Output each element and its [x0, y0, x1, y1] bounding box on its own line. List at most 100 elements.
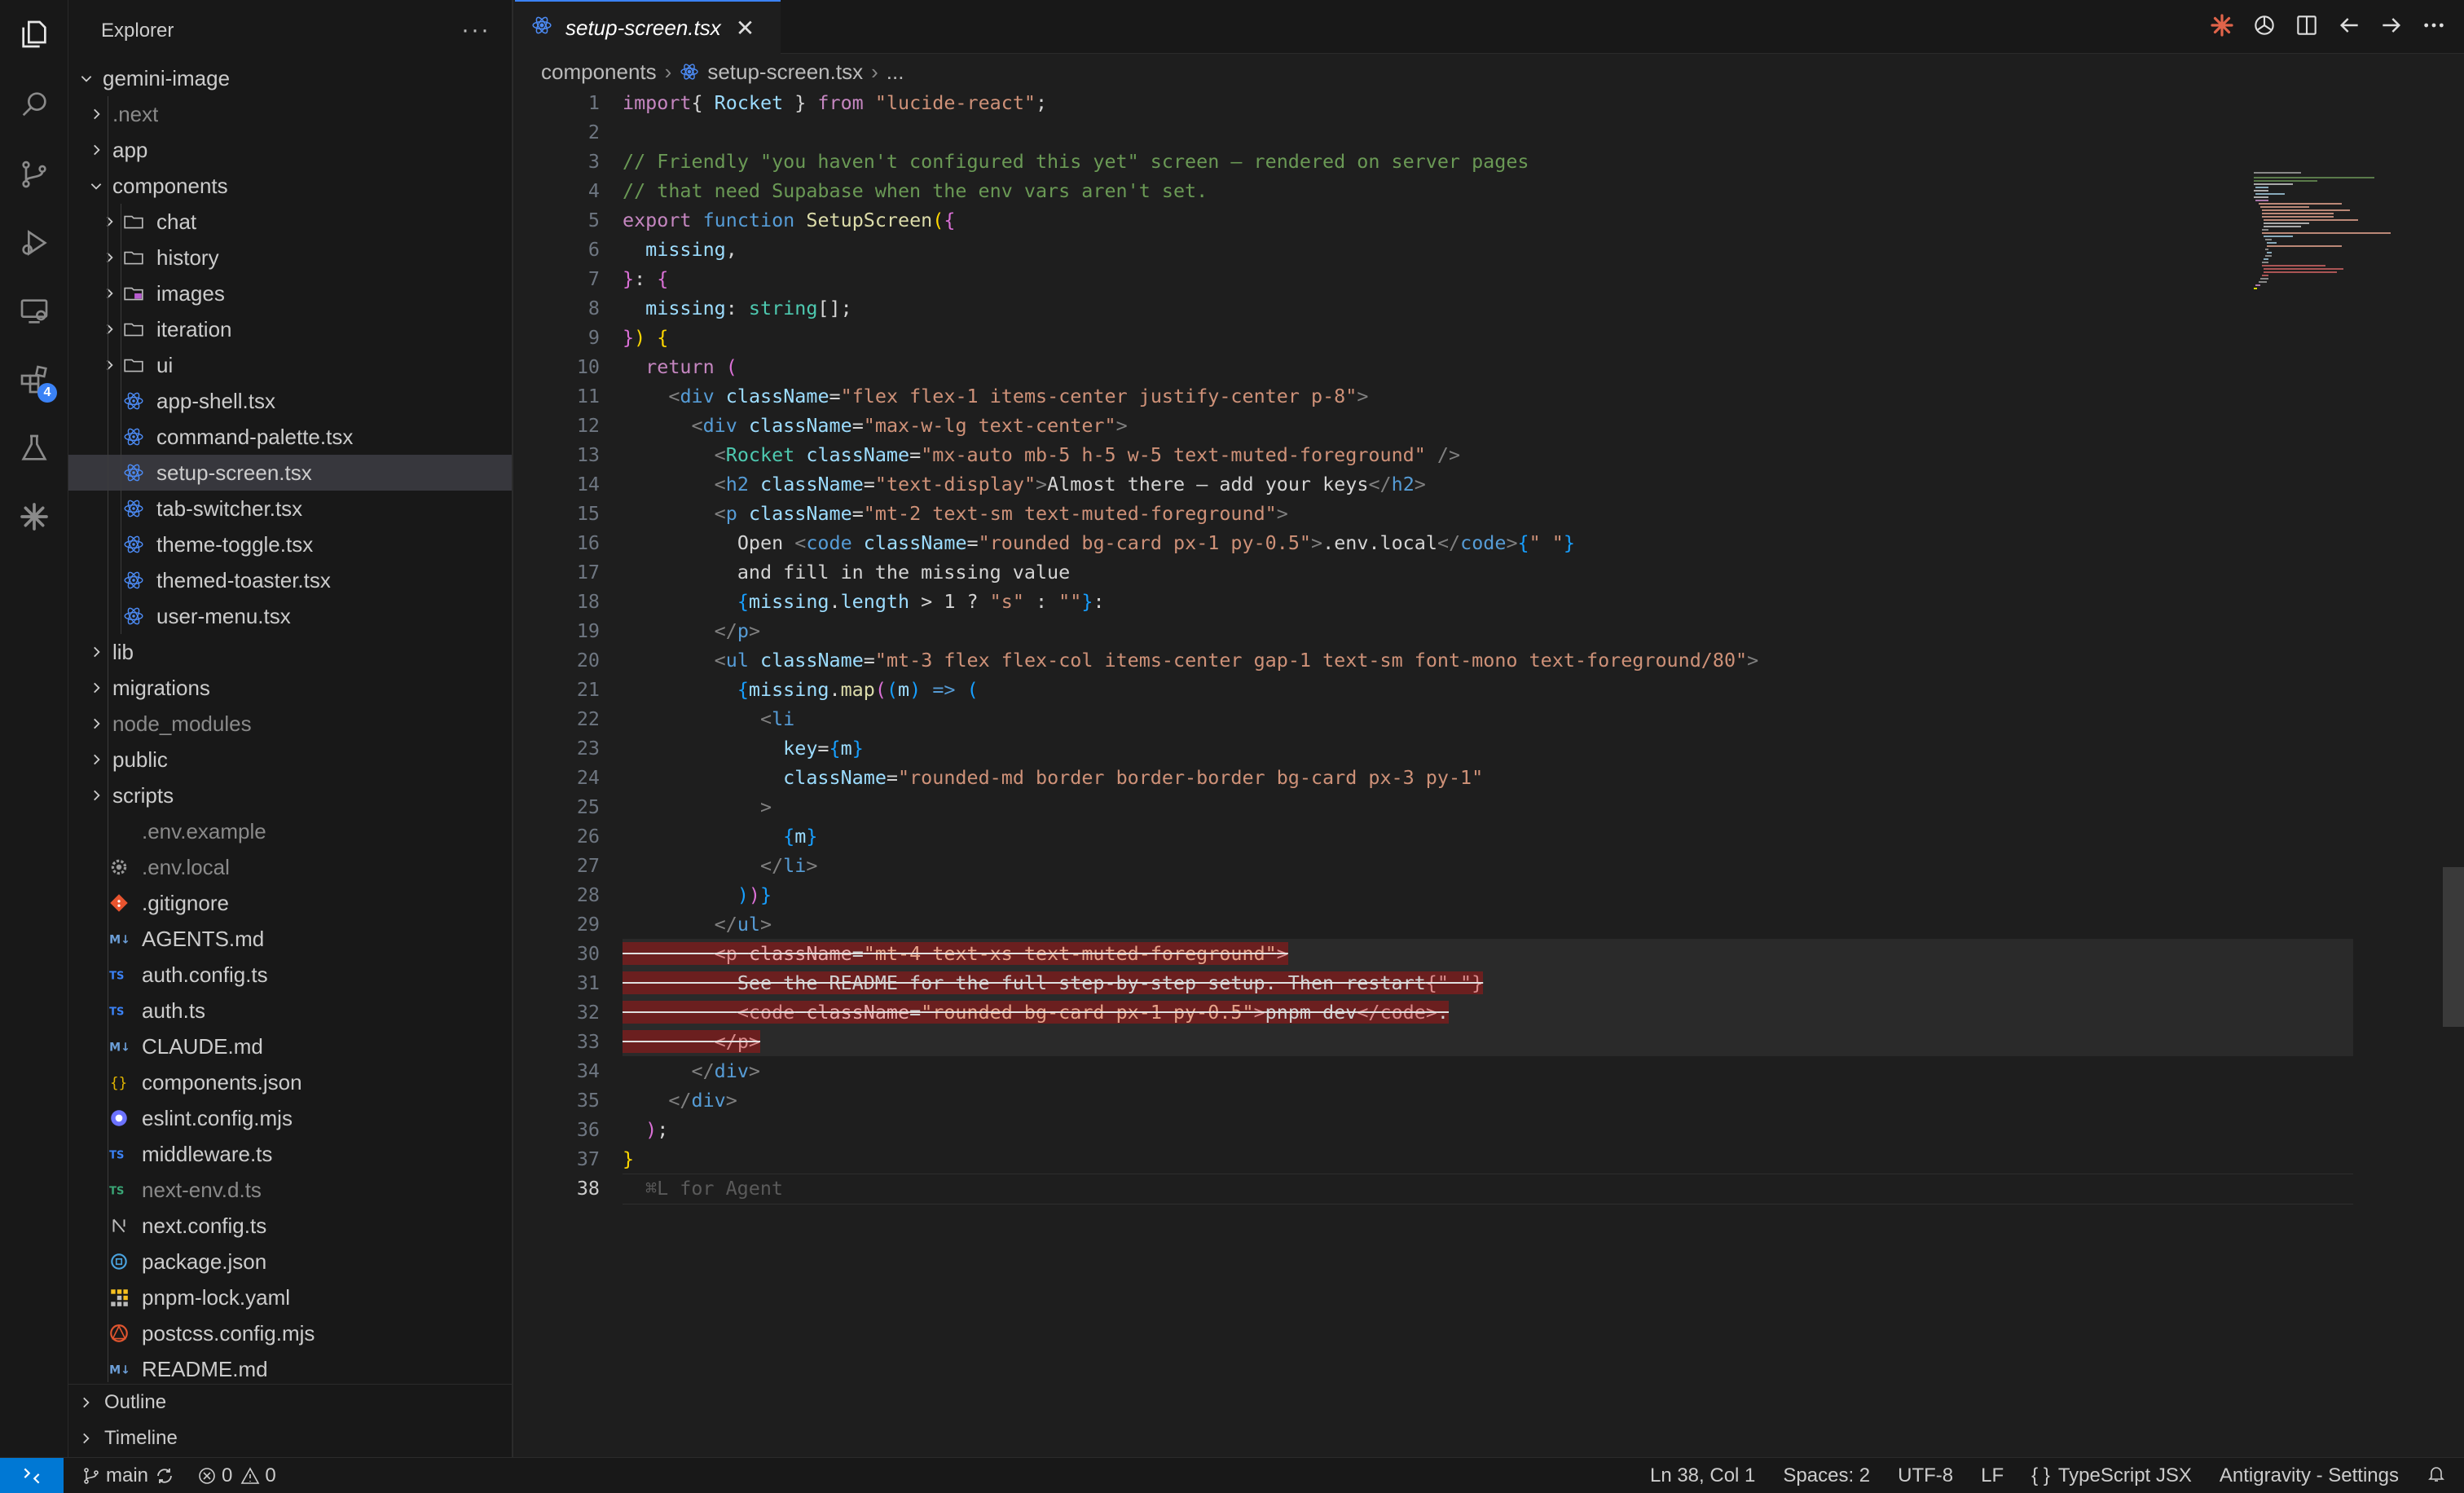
scrollbar-thumb[interactable]: [2443, 867, 2464, 1027]
breadcrumb-file[interactable]: setup-screen.tsx: [707, 59, 863, 85]
tree-folder[interactable]: .next: [68, 96, 512, 132]
tree-file[interactable]: app-shell.tsx: [68, 383, 512, 419]
tree-folder[interactable]: ui: [68, 347, 512, 383]
bell-icon[interactable]: [2427, 1464, 2446, 1489]
testing-flask-icon[interactable]: [0, 414, 68, 482]
tree-file[interactable]: package.json: [68, 1244, 512, 1279]
timeline-section[interactable]: Timeline: [68, 1420, 512, 1456]
tree-file[interactable]: M↓ CLAUDE.md: [68, 1028, 512, 1064]
tree-folder[interactable]: chat: [68, 204, 512, 240]
braces-icon: { }: [2031, 1464, 2050, 1486]
line-number: 23: [576, 737, 600, 760]
tree-folder[interactable]: history: [68, 240, 512, 275]
tree-root[interactable]: gemini-image: [68, 60, 512, 96]
svg-text:TS: TS: [109, 1006, 124, 1018]
tree-item-label: eslint.config.mjs: [142, 1105, 293, 1130]
extensions-icon[interactable]: 4: [0, 346, 68, 414]
close-icon[interactable]: ✕: [736, 15, 755, 42]
tree-file[interactable]: user-menu.tsx: [68, 598, 512, 634]
tree-file[interactable]: TS auth.ts: [68, 993, 512, 1028]
tree-folder[interactable]: scripts: [68, 777, 512, 813]
code-line: </p>: [623, 1027, 761, 1056]
line-number: 32: [576, 1001, 600, 1024]
vscode-window: 4 Explorer ··· gemini-image .next app comp…: [0, 0, 2464, 1493]
indentation[interactable]: Spaces: 2: [1783, 1464, 1870, 1487]
line-number: 31: [576, 971, 600, 994]
line-ending[interactable]: LF: [1981, 1464, 2004, 1487]
tree-file[interactable]: TS next-env.d.ts: [68, 1172, 512, 1208]
tree-item-label: next.config.ts: [142, 1213, 267, 1238]
source-control-icon[interactable]: [0, 140, 68, 209]
explorer-more-icon[interactable]: ···: [461, 16, 491, 44]
claude-icon[interactable]: [0, 482, 68, 551]
tree-file[interactable]: TS auth.config.ts: [68, 957, 512, 993]
tab-setup-screen[interactable]: setup-screen.tsx ✕: [515, 0, 781, 54]
minimap[interactable]: [2252, 170, 2431, 300]
code-line: // that need Supabase when the env vars …: [623, 179, 1208, 202]
tree-file[interactable]: M↓ AGENTS.md: [68, 921, 512, 957]
cursor-position[interactable]: Ln 38, Col 1: [1650, 1464, 1755, 1487]
tree-file[interactable]: pnpm-lock.yaml: [68, 1279, 512, 1315]
tree-item-label: app-shell.tsx: [156, 388, 275, 413]
tree-folder[interactable]: public: [68, 742, 512, 777]
line-number: 25: [576, 795, 600, 818]
code-line: missing,: [645, 238, 737, 261]
line-number: 1: [587, 91, 600, 114]
antigravity-settings[interactable]: Antigravity - Settings: [2220, 1464, 2399, 1487]
branch-indicator[interactable]: main: [81, 1464, 179, 1487]
run-debug-icon[interactable]: [0, 209, 68, 277]
tree-file[interactable]: setup-screen.tsx: [68, 455, 512, 491]
claude-code-icon[interactable]: [2208, 11, 2236, 39]
split-editor-icon[interactable]: [2293, 11, 2321, 39]
tree-file[interactable]: postcss.config.mjs: [68, 1315, 512, 1351]
code-line: </div>: [668, 1089, 737, 1112]
react-icon: [121, 455, 147, 491]
outline-section[interactable]: Outline: [68, 1385, 512, 1420]
vertical-scrollbar[interactable]: [2441, 176, 2464, 1027]
encoding[interactable]: UTF-8: [1898, 1464, 1953, 1487]
tree-folder[interactable]: node_modules: [68, 706, 512, 742]
tree-file[interactable]: .gitignore: [68, 885, 512, 921]
search-icon[interactable]: [0, 70, 68, 139]
tree-folder[interactable]: images: [68, 275, 512, 311]
tree-folder[interactable]: iteration: [68, 311, 512, 347]
code-line: <li: [760, 707, 795, 730]
tree-file[interactable]: .env.local: [68, 849, 512, 885]
git-icon: [106, 885, 132, 921]
problems-indicator[interactable]: 0 0: [197, 1464, 276, 1487]
tree-item-label: components: [112, 173, 228, 198]
tree-item-label: tab-switcher.tsx: [156, 495, 303, 521]
tree-folder[interactable]: lib: [68, 634, 512, 670]
openai-icon[interactable]: [2251, 11, 2278, 39]
tree-file[interactable]: next.config.ts: [68, 1208, 512, 1244]
breadcrumb-folder[interactable]: components: [541, 59, 657, 85]
code-editor[interactable]: 1 import{ Rocket } from "lucide-react"; 2 3…: [515, 88, 2464, 1457]
tree-file[interactable]: TS middleware.ts: [68, 1136, 512, 1172]
explorer-icon[interactable]: [0, 0, 68, 68]
tree-file[interactable]: eslint.config.mjs: [68, 1100, 512, 1136]
sync-icon[interactable]: [155, 1466, 174, 1486]
chevron-right-icon: [85, 777, 108, 813]
more-actions-icon[interactable]: [2420, 11, 2448, 39]
remote-indicator[interactable]: [0, 1457, 64, 1493]
tree-file[interactable]: M↓ README.md: [68, 1351, 512, 1387]
tree-file[interactable]: command-palette.tsx: [68, 419, 512, 455]
breadcrumb-more[interactable]: ...: [887, 59, 904, 85]
tree-file[interactable]: theme-toggle.tsx: [68, 526, 512, 562]
tree-file[interactable]: {} components.json: [68, 1064, 512, 1100]
code-line: className="rounded-md border border-bord…: [783, 766, 1484, 789]
tree-file[interactable]: tab-switcher.tsx: [68, 491, 512, 526]
tree-folder[interactable]: components: [68, 168, 512, 204]
arrow-left-icon[interactable]: [2335, 11, 2363, 39]
tree-item-label: postcss.config.mjs: [142, 1320, 315, 1345]
tree-file[interactable]: themed-toaster.tsx: [68, 562, 512, 598]
tree-file[interactable]: .env.example: [68, 813, 512, 849]
arrow-right-icon[interactable]: [2378, 11, 2405, 39]
tree-folder[interactable]: app: [68, 132, 512, 168]
remote-explorer-icon[interactable]: [0, 277, 68, 346]
language-mode[interactable]: { } TypeScript JSX: [2031, 1464, 2192, 1487]
tree-folder[interactable]: migrations: [68, 670, 512, 706]
folder-icon: [121, 311, 147, 347]
